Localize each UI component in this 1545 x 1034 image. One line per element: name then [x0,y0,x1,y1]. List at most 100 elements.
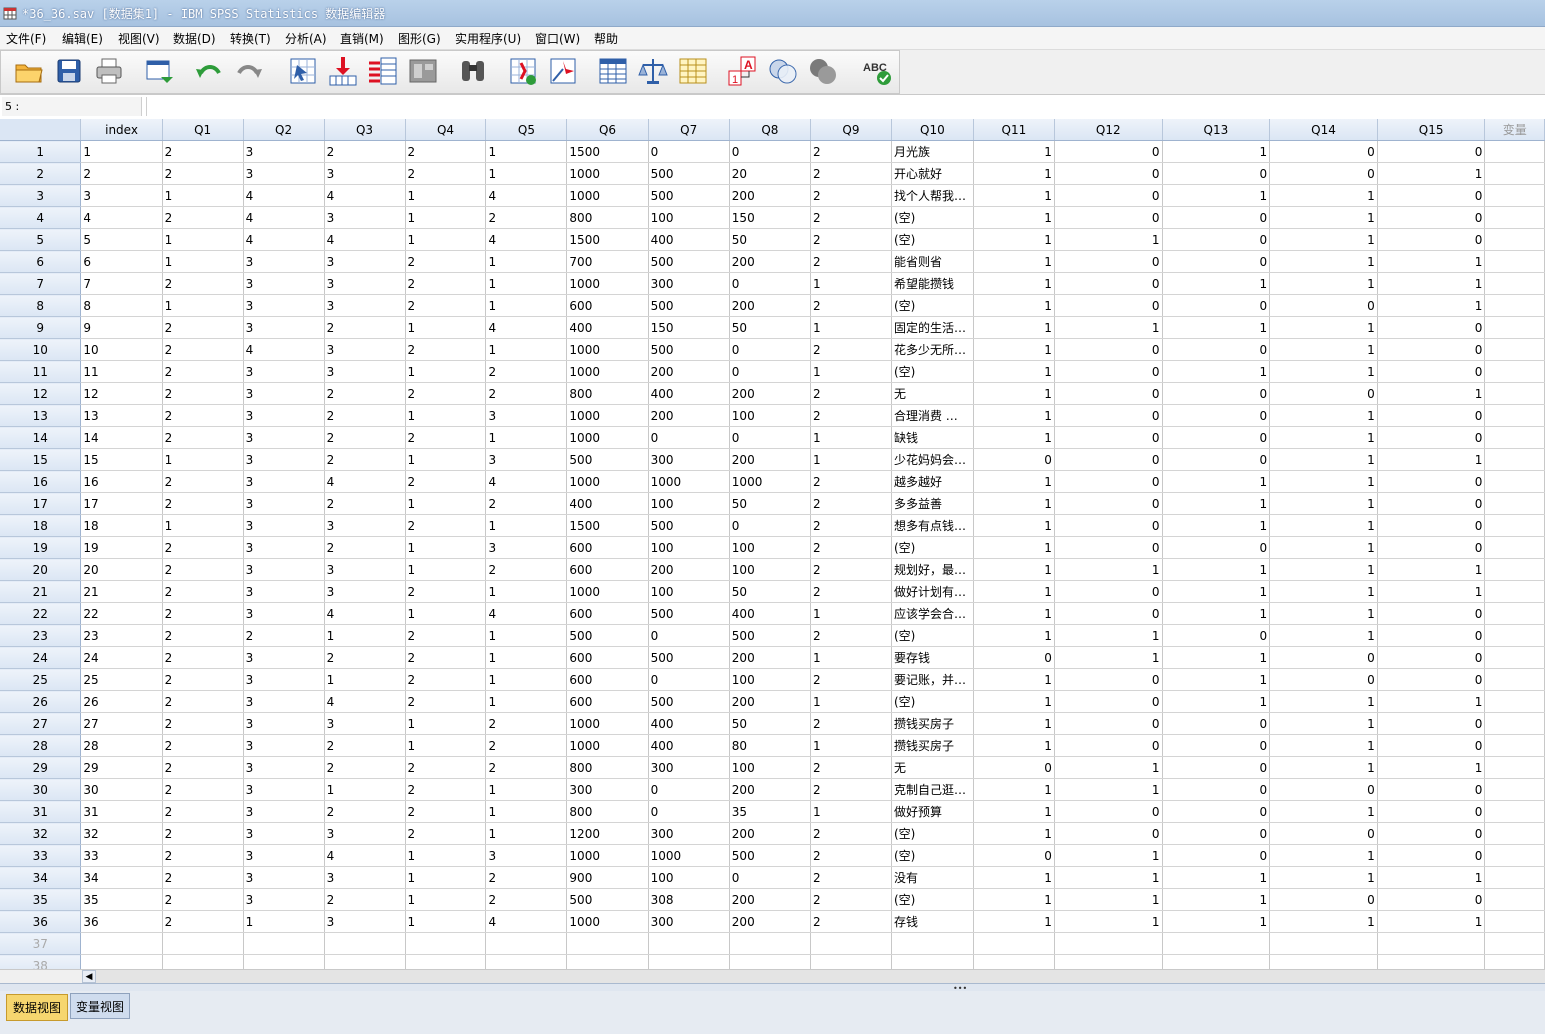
data-cell[interactable]: 50 [729,492,811,515]
data-cell[interactable]: 500 [648,602,730,625]
data-cell[interactable]: 2 [405,426,487,449]
data-cell[interactable]: 2 [810,206,892,229]
data-cell[interactable]: 1 [1054,844,1163,867]
data-cell[interactable]: 0 [1054,360,1163,383]
data-cell[interactable]: 14 [80,426,163,449]
data-cell[interactable]: 0 [1269,646,1378,669]
data-cell[interactable]: 100 [648,206,730,229]
data-cell[interactable]: 2 [405,294,487,317]
data-cell[interactable]: 0 [1054,536,1163,559]
data-cell[interactable] [243,954,325,969]
data-cell[interactable] [324,932,406,955]
print-icon[interactable] [93,55,125,87]
data-cell[interactable]: 20 [80,558,163,581]
data-cell[interactable]: 4 [324,228,406,251]
data-cell[interactable]: 1000 [648,844,730,867]
data-cell[interactable]: 2 [810,536,892,559]
data-cell[interactable]: 3 [243,316,325,339]
data-cell[interactable]: 4 [243,184,325,207]
data-cell[interactable]: 200 [648,558,730,581]
data-cell[interactable]: 200 [729,888,811,911]
data-cell[interactable]: 200 [729,778,811,801]
data-cell[interactable]: 1 [485,778,568,801]
data-cell[interactable]: 2 [324,888,406,911]
data-cell[interactable]: 1 [405,492,487,515]
data-cell[interactable]: 0 [1054,272,1163,295]
data-cell[interactable]: 1 [1162,272,1271,295]
data-cell[interactable]: 0 [1054,800,1163,823]
value-labels-icon[interactable]: A1 [727,55,759,87]
row-header[interactable]: 15 [0,448,82,471]
data-cell[interactable]: 1 [810,360,892,383]
row-header[interactable]: 25 [0,668,82,691]
data-cell[interactable]: 2 [162,536,244,559]
row-header[interactable]: 27 [0,712,82,735]
data-cell[interactable] [1377,932,1486,955]
data-cell[interactable]: 0 [1377,140,1486,163]
data-cell[interactable]: 1 [973,184,1055,207]
data-cell[interactable]: 0 [1054,668,1163,691]
data-cell[interactable]: 0 [648,140,730,163]
data-cell[interactable] [1484,734,1545,757]
data-cell[interactable]: 2 [324,316,406,339]
data-cell[interactable] [1484,954,1545,969]
data-cell[interactable]: 2 [810,294,892,317]
data-cell[interactable]: 2 [162,866,244,889]
data-cell[interactable]: 1 [405,558,487,581]
data-cell[interactable]: 3 [243,580,325,603]
data-cell[interactable] [1484,778,1545,801]
column-header[interactable]: 变量 [1484,119,1545,141]
data-cell[interactable]: 0 [1377,800,1486,823]
data-cell[interactable] [1484,492,1545,515]
data-cell[interactable]: 4 [485,910,568,933]
data-cell[interactable]: 0 [1162,206,1271,229]
data-cell[interactable]: 3 [243,272,325,295]
data-cell[interactable]: 1000 [566,184,649,207]
data-cell[interactable]: 2 [162,888,244,911]
data-cell[interactable]: 2 [810,822,892,845]
data-cell[interactable]: 20 [729,162,811,185]
data-cell[interactable]: 200 [729,910,811,933]
data-cell[interactable]: 0 [1162,734,1271,757]
data-cell[interactable]: 3 [324,580,406,603]
data-cell[interactable]: 1 [1162,558,1271,581]
data-cell[interactable]: 1 [405,712,487,735]
data-cell[interactable]: 越多越好 [891,470,974,493]
data-cell[interactable]: 2 [405,162,487,185]
data-cell[interactable]: 18 [80,514,163,537]
data-cell[interactable]: 1 [1269,316,1378,339]
data-cell[interactable]: 要存钱 [891,646,974,669]
data-cell[interactable]: 1 [973,624,1055,647]
data-cell[interactable]: 0 [1377,426,1486,449]
data-cell[interactable]: 2 [810,470,892,493]
data-cell[interactable]: 500 [648,184,730,207]
data-cell[interactable]: 1 [1269,228,1378,251]
data-cell[interactable]: 0 [1054,404,1163,427]
data-cell[interactable]: 1 [1269,580,1378,603]
row-header[interactable]: 19 [0,536,82,559]
data-cell[interactable]: 3 [243,690,325,713]
data-cell[interactable]: 308 [648,888,730,911]
data-cell[interactable]: 2 [324,448,406,471]
data-cell[interactable]: 50 [729,712,811,735]
data-cell[interactable]: 0 [1054,338,1163,361]
data-cell[interactable]: 2 [485,360,568,383]
data-cell[interactable]: 1 [1162,514,1271,537]
data-cell[interactable]: 300 [648,448,730,471]
data-cell[interactable]: 0 [1054,184,1163,207]
data-cell[interactable]: 1 [1054,910,1163,933]
data-cell[interactable]: 1 [405,184,487,207]
data-cell[interactable]: 做好预算 [891,800,974,823]
data-cell[interactable]: 300 [648,822,730,845]
data-cell[interactable]: 2 [162,492,244,515]
data-cell[interactable]: 7 [80,272,163,295]
data-cell[interactable]: 2 [485,756,568,779]
data-cell[interactable]: 1 [973,558,1055,581]
data-cell[interactable] [485,932,568,955]
data-cell[interactable]: 300 [648,756,730,779]
data-cell[interactable]: 34 [80,866,163,889]
data-cell[interactable]: 4 [324,602,406,625]
column-header[interactable]: Q8 [729,119,811,141]
data-cell[interactable]: 3 [243,712,325,735]
data-cell[interactable]: 4 [80,206,163,229]
